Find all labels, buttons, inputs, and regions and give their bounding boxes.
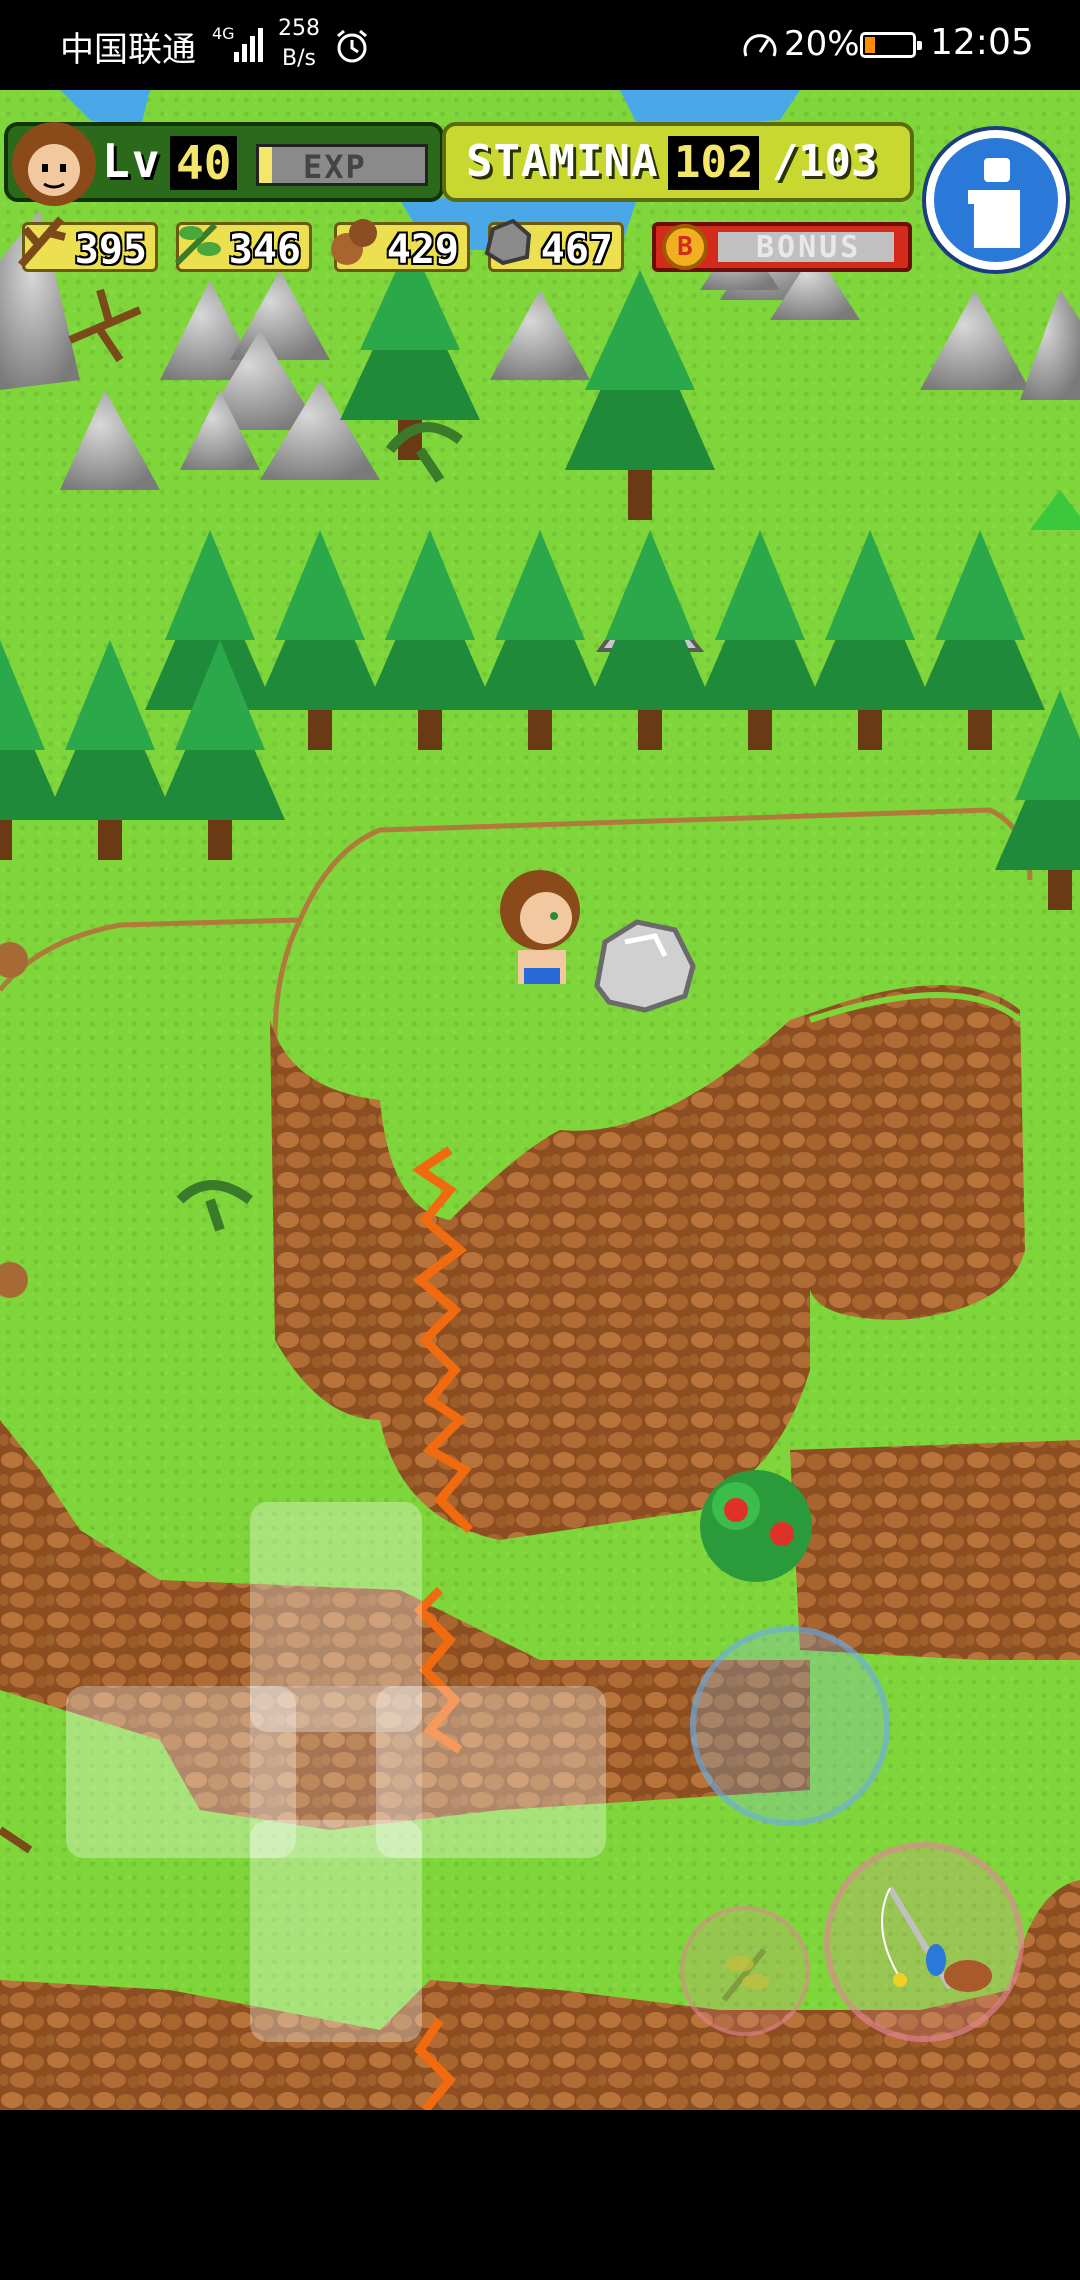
signal-icon xyxy=(234,28,263,62)
item-button[interactable] xyxy=(680,1906,810,2036)
nut-icon xyxy=(331,219,377,265)
dpad-center xyxy=(250,1686,422,1858)
bonus-label: BONUS xyxy=(756,230,862,265)
resource-branch: 395 xyxy=(17,216,158,273)
branch-icon xyxy=(17,216,66,268)
navigation-area xyxy=(0,2110,1080,2280)
carrier-name: 中国联通 xyxy=(60,30,196,70)
info-icon-dot xyxy=(984,158,1010,182)
action-button[interactable] xyxy=(690,1626,890,1826)
exp-fill xyxy=(259,147,273,183)
stamina-panel: STAMINA 102 / 103 xyxy=(442,122,914,202)
hud-top: Lv 40 EXP STAMINA 102 / 103 xyxy=(4,118,914,208)
info-button[interactable] xyxy=(926,130,1066,270)
stamina-separator: / xyxy=(772,136,799,187)
battery-level xyxy=(865,37,875,53)
info-icon-stem xyxy=(968,190,1020,248)
resource-value: 467 xyxy=(540,227,613,273)
clock: 12:05 xyxy=(930,22,1034,63)
stamina-label: STAMINA xyxy=(466,136,659,187)
bonus-coin-icon: B xyxy=(662,224,708,270)
exp-bar: EXP xyxy=(256,144,428,186)
resource-stone: 467 xyxy=(484,218,624,273)
stamina-max: 103 xyxy=(798,136,878,187)
stone-icon xyxy=(484,218,532,266)
dpad xyxy=(66,1502,606,2042)
resource-nut: 429 xyxy=(331,219,470,273)
herb-icon xyxy=(721,1948,770,2002)
resource-herb: 346 xyxy=(174,222,312,273)
resource-value: 346 xyxy=(228,227,301,273)
stamina-current: 102 xyxy=(668,136,760,190)
herb-icon xyxy=(174,222,221,266)
player-avatar-icon xyxy=(12,122,96,206)
resource-value: 395 xyxy=(74,227,147,273)
level-panel: Lv 40 EXP xyxy=(4,122,444,206)
resource-value: 429 xyxy=(386,227,459,273)
speedometer-icon xyxy=(743,34,777,57)
network-speed: 258 B/s xyxy=(278,14,320,74)
status-bar: 中国联通 4G 258 B/s 20% 12:05 xyxy=(0,0,1080,90)
network-speed-value: 258 xyxy=(278,16,320,41)
bonus-bar[interactable]: B BONUS xyxy=(652,222,912,272)
tool-button[interactable] xyxy=(824,1842,1024,2042)
network-speed-unit: B/s xyxy=(282,46,316,71)
player-character xyxy=(500,870,580,984)
level-value: 40 xyxy=(170,136,238,190)
exp-label: EXP xyxy=(303,148,367,186)
battery-percent: 20% xyxy=(784,24,860,64)
berry-bush xyxy=(700,1470,812,1582)
level-label: Lv xyxy=(102,134,162,188)
battery-icon xyxy=(860,32,922,58)
boulder xyxy=(594,919,696,1013)
fishing-rod-icon xyxy=(881,1886,992,1992)
alarm-icon xyxy=(337,29,367,63)
